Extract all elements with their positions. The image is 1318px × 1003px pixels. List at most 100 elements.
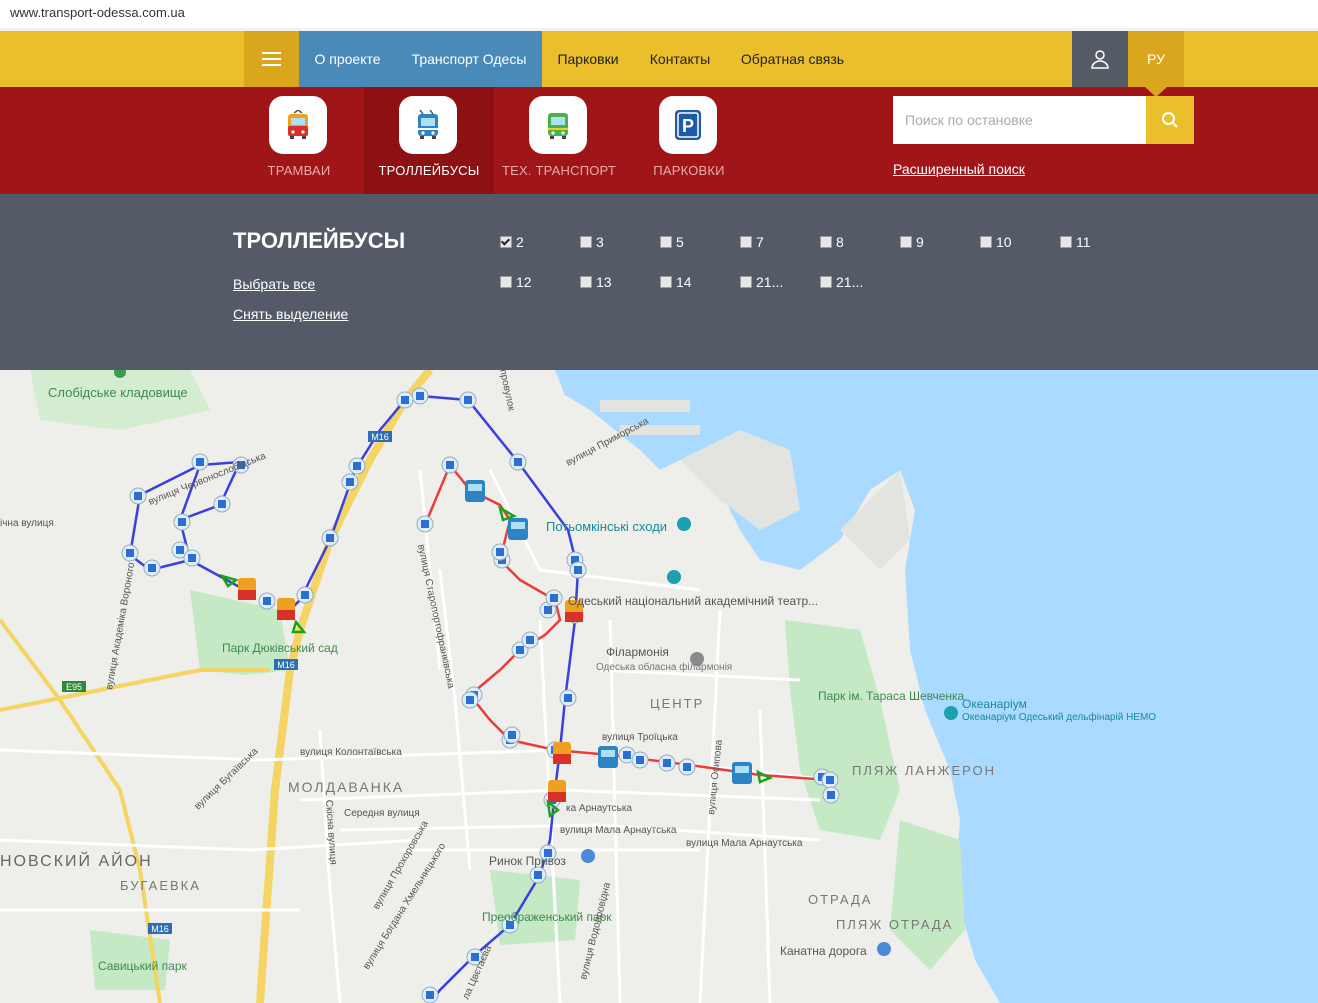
route-checkbox[interactable]: 12 (500, 274, 532, 290)
stop-marker[interactable] (183, 549, 201, 567)
checkbox[interactable] (580, 236, 592, 248)
route-checkbox[interactable]: 3 (580, 234, 604, 250)
stop-marker[interactable] (459, 391, 477, 409)
trolleybus-icon[interactable] (732, 762, 752, 784)
stop-marker[interactable] (129, 487, 147, 505)
stop-marker[interactable] (341, 473, 359, 491)
stop-marker[interactable] (491, 543, 509, 561)
tram-icon[interactable] (553, 742, 571, 764)
stop-marker[interactable] (822, 786, 840, 804)
checkbox[interactable] (1060, 236, 1072, 248)
user-icon[interactable] (1072, 31, 1128, 87)
route-checkbox[interactable]: 10 (980, 234, 1012, 250)
stop-marker[interactable] (631, 751, 649, 769)
stop-marker[interactable] (396, 391, 414, 409)
svg-text:M16: M16 (277, 660, 295, 670)
stop-marker[interactable] (461, 691, 479, 709)
route-checkbox[interactable]: 13 (580, 274, 612, 290)
language-switch[interactable]: РУ (1128, 31, 1184, 87)
checkbox[interactable] (660, 236, 672, 248)
select-all-link[interactable]: Выбрать все (233, 276, 315, 292)
route-checkbox[interactable]: 7 (740, 234, 764, 250)
tab-service-transport[interactable]: ТЕХ. ТРАНСПОРТ (494, 87, 624, 194)
tab-parkings[interactable]: P ПАРКОВКИ (624, 87, 754, 194)
tram-icon[interactable] (548, 780, 566, 802)
checkbox[interactable] (740, 236, 752, 248)
tab-trolleybuses[interactable]: ТРОЛЛЕЙБУСЫ (364, 87, 494, 194)
menu-icon[interactable] (244, 31, 299, 87)
clear-selection-link[interactable]: Снять выделение (233, 306, 348, 322)
checkbox[interactable] (740, 276, 752, 288)
stop-marker[interactable] (421, 986, 439, 1003)
nav-feedback[interactable]: Обратная связь (733, 31, 852, 87)
map[interactable]: M16 M16 M16 E95 Слобідське кладовище вул… (0, 370, 1318, 1003)
trolleybus-icon[interactable] (598, 746, 618, 768)
map-label: Одеський національний академічний театр.… (568, 594, 818, 608)
checkbox[interactable] (500, 276, 512, 288)
checkbox[interactable] (500, 236, 512, 248)
stop-marker[interactable] (121, 544, 139, 562)
route-checkbox[interactable]: 14 (660, 274, 692, 290)
stop-marker[interactable] (658, 754, 676, 772)
stop-marker[interactable] (143, 559, 161, 577)
stop-marker[interactable] (509, 453, 527, 471)
stop-marker[interactable] (321, 529, 339, 547)
map-label: Філармонія (606, 645, 669, 659)
stop-search-input[interactable] (893, 96, 1146, 144)
stop-marker[interactable] (191, 453, 209, 471)
stop-marker[interactable] (348, 457, 366, 475)
stop-marker[interactable] (503, 726, 521, 744)
route-label: 12 (516, 274, 532, 290)
stop-marker[interactable] (821, 771, 839, 789)
route-checkbox[interactable]: 21... (820, 274, 863, 290)
trolleybus-icon[interactable] (508, 518, 528, 540)
route-checkbox[interactable]: 2 (500, 234, 524, 250)
stop-marker[interactable] (521, 631, 539, 649)
nav-about[interactable]: О проекте (299, 31, 396, 87)
stop-marker[interactable] (559, 689, 577, 707)
stop-marker[interactable] (678, 758, 696, 776)
route-checkbox[interactable]: 8 (820, 234, 844, 250)
checkbox[interactable] (820, 236, 832, 248)
nav-parking[interactable]: Парковки (548, 31, 628, 87)
nav-contacts[interactable]: Контакты (641, 31, 719, 87)
route-checkbox[interactable]: 21... (740, 274, 783, 290)
browser-url-bar[interactable]: www.transport-odessa.com.ua (0, 0, 1318, 29)
tram-icon[interactable] (277, 598, 295, 620)
stop-marker[interactable] (296, 586, 314, 604)
checkbox[interactable] (980, 236, 992, 248)
checkbox[interactable] (900, 236, 912, 248)
map-label: Парк ім. Тараса Шевченка (818, 689, 965, 703)
route-label: 2 (516, 234, 524, 250)
map-label: Парк Дюківський сад (222, 641, 338, 655)
advanced-search-link[interactable]: Расширенный поиск (893, 161, 1025, 177)
checkbox[interactable] (580, 276, 592, 288)
stop-marker[interactable] (529, 866, 547, 884)
route-checkbox[interactable]: 5 (660, 234, 684, 250)
map-label: Потьомкінські сходи (546, 519, 667, 534)
stop-marker[interactable] (441, 456, 459, 474)
stop-marker[interactable] (258, 592, 276, 610)
map-canvas[interactable]: M16 M16 M16 E95 Слобідське кладовище вул… (0, 370, 1318, 1003)
route-label: 8 (836, 234, 844, 250)
stop-marker[interactable] (411, 387, 429, 405)
tab-trams[interactable]: ТРАМВАИ (234, 87, 364, 194)
stop-marker[interactable] (545, 589, 563, 607)
checkbox[interactable] (820, 276, 832, 288)
stop-marker[interactable] (213, 495, 231, 513)
stop-marker[interactable] (416, 515, 434, 533)
top-navigation: О проекте Транспорт Одесы Парковки Конта… (0, 31, 1318, 87)
route-label: 14 (676, 274, 692, 290)
route-label: 9 (916, 234, 924, 250)
nav-odessa-transport[interactable]: Транспорт Одесы (396, 31, 542, 87)
checkbox[interactable] (660, 276, 672, 288)
tab-trams-label: ТРАМВАИ (267, 163, 331, 178)
map-label: НОВСКИЙ АЙОН (0, 851, 153, 870)
tram-icon[interactable] (238, 578, 256, 600)
route-checkbox[interactable]: 9 (900, 234, 924, 250)
trolleybus-icon[interactable] (465, 480, 485, 502)
search-button[interactable] (1146, 96, 1194, 144)
stop-marker[interactable] (173, 513, 191, 531)
stop-marker[interactable] (569, 561, 587, 579)
route-checkbox[interactable]: 11 (1060, 234, 1091, 250)
